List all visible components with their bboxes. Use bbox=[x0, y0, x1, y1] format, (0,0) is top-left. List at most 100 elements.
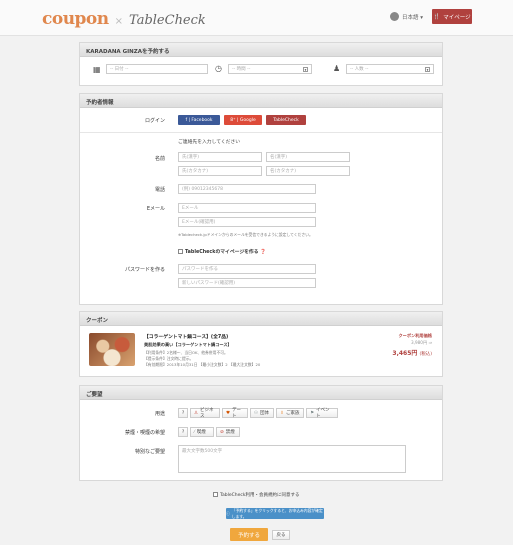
briefcase-icon: ♙ bbox=[194, 410, 199, 416]
submit-button[interactable]: 予約する bbox=[230, 528, 268, 541]
info-icon: ⓘ bbox=[226, 510, 230, 516]
top-bar: coupon × TableCheck 日本語 ▾ 🍴 マイページ bbox=[0, 0, 513, 36]
smoking-label: 禁煙・喫煙の希望 bbox=[124, 430, 165, 436]
language-selector[interactable]: 日本語 ▾ bbox=[390, 12, 423, 21]
tablecheck-login-button[interactable]: TableCheck bbox=[266, 115, 306, 125]
non-smoking-label: 禁煙 bbox=[225, 430, 235, 435]
time-select[interactable]: -- 時間 -- ▾ bbox=[228, 64, 312, 74]
date-placeholder: -- 日付 -- bbox=[110, 67, 129, 72]
checkbox-icon bbox=[178, 249, 183, 254]
purpose-help-label: ? bbox=[181, 410, 185, 416]
phone-input[interactable]: (例) 09012345678 bbox=[178, 184, 316, 194]
group-icon: ⚇ bbox=[254, 410, 259, 416]
first-name-kana-input[interactable]: 名(カタカナ) bbox=[266, 166, 350, 176]
phone-placeholder: (例) 09012345678 bbox=[182, 187, 223, 192]
purpose-date-button[interactable]: ♥ デート bbox=[222, 408, 248, 419]
globe-icon bbox=[390, 12, 399, 21]
group-label: 団体 bbox=[260, 411, 270, 416]
coupon-dish-image bbox=[89, 333, 135, 366]
phone-label: 電話 bbox=[154, 187, 165, 193]
last-kana-placeholder: 氏(カタカナ) bbox=[182, 169, 209, 174]
coupon-price: 3,465円 (税込) bbox=[392, 348, 432, 357]
non-smoking-button[interactable]: ⊘ 禁煙 bbox=[216, 427, 240, 437]
purpose-group-button[interactable]: ⚇ 団体 bbox=[250, 408, 274, 418]
cutlery-icon: 🍴 bbox=[433, 13, 441, 20]
mypage-button[interactable]: 🍴 マイページ bbox=[432, 9, 472, 24]
purpose-event-button[interactable]: ⚑ イベント bbox=[306, 408, 338, 419]
back-label: 戻る bbox=[276, 533, 286, 538]
agree-label: TableCheck利用・会員規約に同意する bbox=[220, 493, 300, 498]
coupon-name[interactable]: 【コラーゲントマト鍋コース】(全7品) bbox=[144, 333, 228, 340]
checkbox-icon bbox=[213, 492, 218, 497]
smoking-option-label: 喫煙 bbox=[196, 430, 206, 435]
tablecheck-logo: TableCheck bbox=[129, 13, 206, 28]
date-input[interactable]: -- 日付 -- bbox=[106, 64, 208, 74]
purpose-family-button[interactable]: ♗ ご家族 bbox=[276, 408, 304, 418]
purpose-help-button[interactable]: ? bbox=[178, 408, 188, 418]
chevron-down-icon: ▾ bbox=[303, 67, 308, 72]
logo-separator: × bbox=[114, 16, 124, 27]
password-label: パスワードを作る bbox=[124, 267, 165, 273]
first-kana-placeholder: 名(カタカナ) bbox=[270, 169, 297, 174]
coupon-subtitle: 美肌効果の高い【コラーゲントマト鍋コース】 bbox=[144, 342, 232, 347]
name-label: 名前 bbox=[154, 156, 165, 162]
smoking-help-label: ? bbox=[181, 429, 185, 435]
calendar-icon: ▦ bbox=[93, 65, 101, 74]
coupon-validity: 【有効期限】2013年10月31日 【最小注文数】2 【最大注文数】20 bbox=[144, 362, 261, 367]
email-placeholder: Eメール bbox=[182, 206, 199, 211]
password-confirm-placeholder: 新しいパスワード(確認用) bbox=[182, 281, 236, 286]
special-request-placeholder: 最大文字数500文字 bbox=[182, 448, 223, 454]
family-icon: ♗ bbox=[280, 410, 285, 416]
coupon-panel: クーポン 【コラーゲントマト鍋コース】(全7品) 美肌効果の高い【コラーゲントマ… bbox=[79, 311, 443, 377]
info-banner: ⓘ 「予約する」をクリックすると、お申込み内容が確定します。 bbox=[226, 508, 324, 519]
logo[interactable]: coupon × TableCheck bbox=[42, 9, 206, 29]
purpose-business-button[interactable]: ♙ ビジネス bbox=[190, 408, 220, 419]
date-label: デート bbox=[232, 408, 242, 419]
reserve-title: KARADANA GINZAを予約する bbox=[80, 43, 442, 57]
facebook-login-button[interactable]: f | Facebook bbox=[178, 115, 220, 125]
requests-panel: ご要望 用途 ? ♙ ビジネス ♥ デート ⚇ 団体 ♗ ご家族 ⚑ イベント 禁煙・喫煙… bbox=[79, 385, 443, 481]
clock-icon: ◷ bbox=[215, 64, 222, 73]
purpose-label: 用途 bbox=[154, 411, 165, 417]
first-name-kanji-input[interactable]: 名(漢字) bbox=[266, 152, 350, 162]
event-icon: ⚑ bbox=[310, 410, 315, 416]
special-request-label: 特別なご要望 bbox=[134, 449, 165, 455]
email-confirm-input[interactable]: Eメール(確認用) bbox=[178, 217, 316, 227]
family-label: ご家族 bbox=[286, 411, 300, 416]
first-kanji-placeholder: 名(漢字) bbox=[270, 155, 288, 160]
people-placeholder: -- 人数 -- bbox=[350, 67, 369, 72]
last-kanji-placeholder: 氏(漢字) bbox=[182, 155, 200, 160]
create-mypage-checkbox[interactable]: TableCheckのマイページを作る ❓ bbox=[178, 248, 266, 255]
requests-title: ご要望 bbox=[80, 386, 442, 400]
email-input[interactable]: Eメール bbox=[178, 203, 316, 213]
password-confirm-input[interactable]: 新しいパスワード(確認用) bbox=[178, 278, 316, 288]
people-select[interactable]: -- 人数 -- ▾ bbox=[346, 64, 434, 74]
special-request-textarea[interactable]: 最大文字数500文字 bbox=[178, 445, 406, 473]
back-button[interactable]: 戻る bbox=[272, 530, 290, 540]
mypage-label: マイページ bbox=[443, 14, 471, 21]
heart-icon: ♥ bbox=[226, 410, 231, 416]
password-input[interactable]: パスワードを作る bbox=[178, 264, 316, 274]
create-mypage-label: TableCheckのマイページを作る bbox=[185, 250, 259, 255]
last-name-kanji-input[interactable]: 氏(漢字) bbox=[178, 152, 262, 162]
coupon-original-price: 3,980円 ⇒ bbox=[410, 340, 432, 345]
language-label: 日本語 ▾ bbox=[402, 14, 424, 21]
help-icon: ❓ bbox=[258, 250, 267, 255]
login-label: ログイン bbox=[144, 118, 165, 124]
coupon-tax: (税込) bbox=[419, 352, 432, 357]
booker-panel: 予約者情報 ログイン f | Facebook 8⁺ | Google Tabl… bbox=[79, 93, 443, 305]
divider bbox=[80, 132, 442, 133]
smoking-help-button[interactable]: ? bbox=[178, 427, 188, 437]
agree-checkbox[interactable]: TableCheck利用・会員規約に同意する bbox=[213, 492, 299, 498]
coupon-logo: coupon bbox=[42, 9, 109, 29]
cigarette-icon: ⁄ bbox=[194, 429, 195, 435]
coupon-title: クーポン bbox=[80, 312, 442, 326]
last-name-kana-input[interactable]: 氏(カタカナ) bbox=[178, 166, 262, 176]
email-label: Eメール bbox=[146, 206, 165, 212]
booker-title: 予約者情報 bbox=[80, 94, 442, 108]
no-smoking-icon: ⊘ bbox=[220, 429, 224, 435]
google-login-button[interactable]: 8⁺ | Google bbox=[224, 115, 262, 125]
email-confirm-placeholder: Eメール(確認用) bbox=[182, 220, 216, 225]
info-text: 「予約する」をクリックすると、お申込み内容が確定します。 bbox=[231, 507, 323, 519]
smoking-button[interactable]: ⁄ 喫煙 bbox=[190, 427, 214, 437]
